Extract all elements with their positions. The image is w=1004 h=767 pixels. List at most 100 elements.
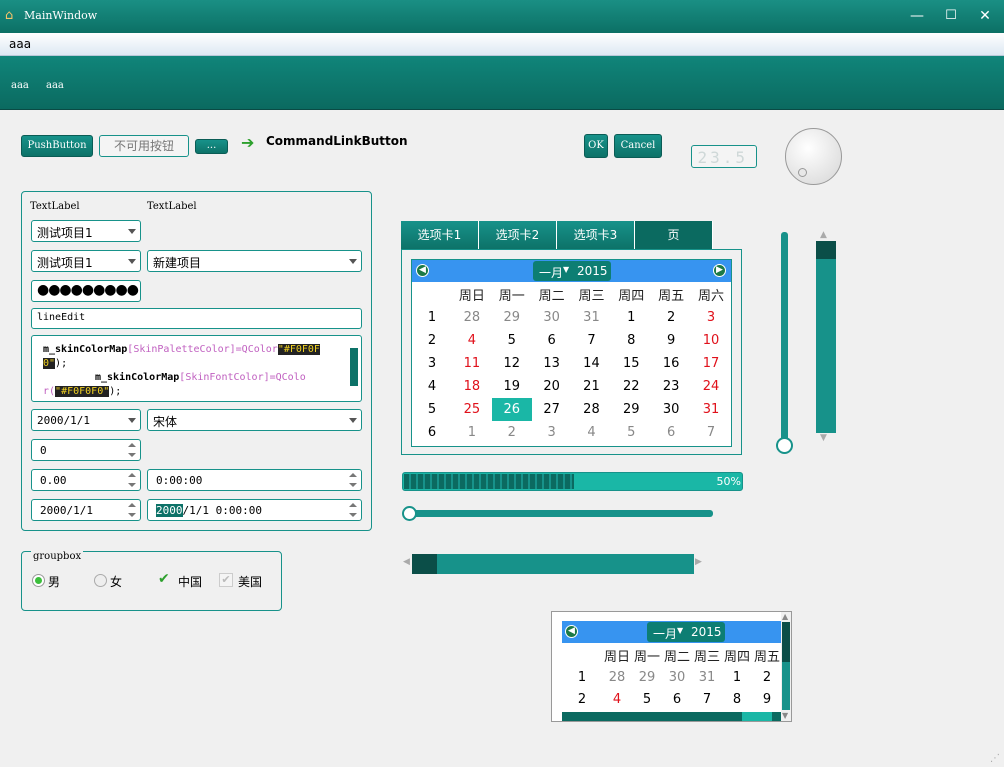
month-label[interactable]: 一月	[539, 264, 563, 281]
tab-2[interactable]: 选项卡2	[479, 221, 557, 249]
scrollbar-track[interactable]	[782, 662, 790, 710]
calendar-day[interactable]: 1	[452, 421, 492, 444]
spin-up-icon[interactable]	[349, 473, 357, 477]
calendar-day[interactable]: 2	[651, 306, 691, 329]
tab-page[interactable]: 页	[635, 221, 713, 249]
calendar-day[interactable]: 21	[572, 375, 612, 398]
calendar-day[interactable]: 1	[722, 666, 752, 688]
calendar-day[interactable]: 8	[722, 688, 752, 710]
calendar-day[interactable]: 30	[662, 666, 692, 688]
ellipsis-button[interactable]: ...	[195, 139, 228, 154]
calendar-day[interactable]: 2	[492, 421, 532, 444]
push-button[interactable]: PushButton	[21, 135, 93, 157]
calendar-day[interactable]: 28	[602, 666, 632, 688]
combo-box-2[interactable]: 测试项目1	[31, 250, 141, 272]
calendar-day[interactable]: 3	[532, 421, 572, 444]
month-year-selector[interactable]: 一月 ▼ 2015	[533, 261, 611, 281]
calendar-day[interactable]: 31	[691, 398, 731, 421]
password-field[interactable]: ●●●●●●●●●	[31, 280, 141, 302]
calendar-day[interactable]: 4	[452, 329, 492, 352]
horizontal-scrollbar[interactable]: ◀ ▶	[402, 553, 702, 575]
calendar-day[interactable]: 12	[492, 352, 532, 375]
calendar-day[interactable]: 26	[491, 398, 532, 421]
calendar-day[interactable]: 5	[611, 421, 651, 444]
scrollbar-handle[interactable]	[782, 622, 790, 662]
scroll-down-icon[interactable]: ▼	[782, 711, 788, 720]
calendar-day[interactable]: 30	[651, 398, 691, 421]
date-combo[interactable]: 2000/1/1	[31, 409, 141, 431]
calendar-day[interactable]: 5	[632, 688, 662, 710]
calendar-day[interactable]: 20	[532, 375, 572, 398]
command-link-button[interactable]: CommandLinkButton	[266, 134, 408, 148]
calendar-day[interactable]: 27	[532, 398, 572, 421]
scrollbar-handle[interactable]	[816, 241, 836, 259]
radio-male[interactable]	[32, 574, 45, 587]
vertical-slider[interactable]	[781, 232, 788, 444]
spin-up-icon[interactable]	[128, 443, 136, 447]
slider-handle[interactable]	[776, 437, 793, 454]
calendar-day[interactable]: 7	[572, 329, 612, 352]
calendar-day[interactable]: 16	[651, 352, 691, 375]
calendar-day[interactable]: 28	[572, 398, 612, 421]
ok-button[interactable]: OK	[584, 134, 608, 158]
text-edit-scrollbar[interactable]	[349, 338, 359, 399]
date-edit[interactable]: 2000/1/1	[31, 499, 141, 521]
spin-down-icon[interactable]	[128, 483, 136, 487]
calendar-day[interactable]: 29	[492, 306, 532, 329]
scrollbar-track[interactable]	[742, 712, 772, 721]
close-button[interactable]: ✕	[974, 6, 996, 26]
scroll-down-icon[interactable]: ▼	[820, 433, 827, 443]
month-label[interactable]: 一月	[653, 625, 677, 642]
maximize-button[interactable]: ☐	[940, 6, 962, 26]
datetime-edit[interactable]: 2000/1/1 0:00:00	[147, 499, 362, 521]
month-year-selector[interactable]: 一月 ▼ 2015	[647, 622, 725, 642]
calendar-day[interactable]: 7	[692, 688, 722, 710]
calendar-day[interactable]: 10	[691, 329, 731, 352]
calendar-day[interactable]: 14	[572, 352, 612, 375]
calendar-day[interactable]: 29	[632, 666, 662, 688]
spin-down-icon[interactable]	[349, 483, 357, 487]
calendar-day[interactable]: 8	[611, 329, 651, 352]
spin-down-icon[interactable]	[349, 513, 357, 517]
time-edit[interactable]: 0:00:00	[147, 469, 362, 491]
scroll-area-hscrollbar[interactable]	[562, 712, 781, 721]
year-label[interactable]: 2015	[691, 625, 722, 639]
spin-box[interactable]: 0	[31, 439, 141, 461]
calendar-day[interactable]: 19	[492, 375, 532, 398]
scrollbar-track[interactable]	[412, 554, 694, 574]
calendar-day[interactable]: 9	[651, 329, 691, 352]
minimize-button[interactable]: —	[906, 6, 928, 26]
spin-up-icon[interactable]	[128, 473, 136, 477]
scrollbar-handle[interactable]	[412, 554, 437, 574]
spin-up-icon[interactable]	[128, 503, 136, 507]
calendar-day[interactable]: 7	[691, 421, 731, 444]
scroll-left-icon[interactable]: ◀	[403, 557, 410, 567]
calendar-day[interactable]: 15	[611, 352, 651, 375]
spin-down-icon[interactable]	[128, 513, 136, 517]
calendar-day[interactable]: 31	[572, 306, 612, 329]
calendar-day[interactable]: 28	[452, 306, 492, 329]
calendar-day[interactable]: 11	[452, 352, 492, 375]
calendar-day[interactable]: 5	[492, 329, 532, 352]
menu-item[interactable]: aaa	[9, 37, 31, 51]
next-month-icon[interactable]: ▶	[713, 264, 726, 277]
horizontal-slider[interactable]	[405, 510, 713, 517]
calendar-day[interactable]: 31	[692, 666, 722, 688]
dial[interactable]	[785, 128, 842, 185]
scroll-up-icon[interactable]: ▲	[782, 612, 788, 621]
calendar-day[interactable]: 1	[611, 306, 651, 329]
calendar-day[interactable]: 9	[752, 688, 782, 710]
calendar-day[interactable]: 6	[532, 329, 572, 352]
cancel-button[interactable]: Cancel	[614, 134, 662, 158]
prev-month-icon[interactable]: ◀	[416, 264, 429, 277]
scrollbar-handle[interactable]	[350, 348, 358, 386]
checkbox-usa[interactable]: ✔	[219, 573, 233, 587]
calendar-day[interactable]: 3	[691, 306, 731, 329]
calendar-day[interactable]: 18	[452, 375, 492, 398]
year-label[interactable]: 2015	[577, 264, 608, 278]
double-spin-box[interactable]: 0.00	[31, 469, 141, 491]
spin-down-icon[interactable]	[128, 453, 136, 457]
slider-handle[interactable]	[402, 506, 417, 521]
calendar[interactable]: ◀ 一月 ▼ 2015 ▶ 周日 周一 周二 周三 周四 周五 周六 1 28 29 30 31 1 2 3…	[411, 259, 732, 447]
calendar-day[interactable]: 25	[452, 398, 492, 421]
